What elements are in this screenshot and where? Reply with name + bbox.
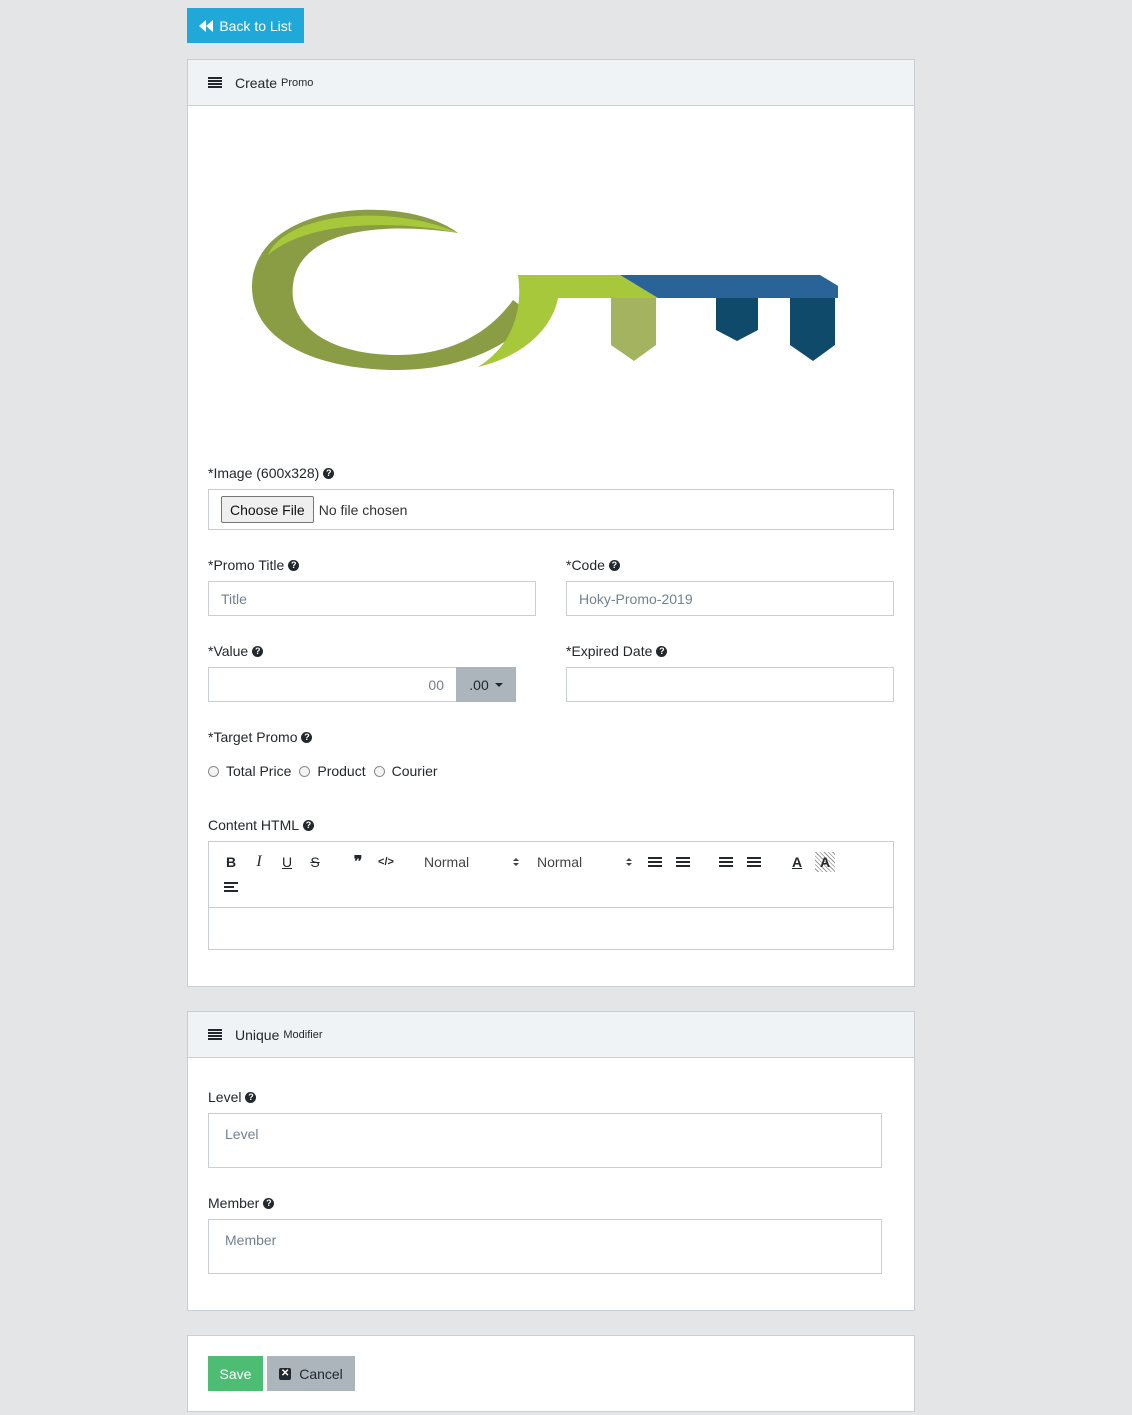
radio-button[interactable] [208,765,219,777]
align-icon[interactable] [221,877,241,897]
radio-button[interactable] [299,765,311,777]
editor-content-area[interactable] [209,908,893,950]
strikethrough-icon[interactable]: S [305,852,325,872]
bullet-list-icon[interactable] [673,852,693,872]
radio-button[interactable] [373,765,385,777]
level-label-text: Level [208,1089,242,1105]
value-label-text: *Value [208,643,249,659]
italic-icon[interactable]: I [249,852,269,872]
text-color-icon[interactable]: A [787,852,807,872]
help-icon[interactable]: ? [263,1197,275,1209]
choose-file-button[interactable]: Choose File [221,496,314,523]
help-icon[interactable]: ? [656,645,668,657]
unique-modifier-card: Unique Modifier Level ? Member ? [187,1011,915,1311]
unique-modifier-header: Unique Modifier [188,1012,914,1058]
level-input[interactable] [208,1113,882,1168]
card-subtitle: Promo [281,76,314,89]
outdent-icon[interactable] [716,852,736,872]
expired-date-label: *Expired Date ? [566,643,668,659]
save-button[interactable]: Save [208,1356,263,1391]
close-icon: ✕ [279,1367,292,1380]
radio-product[interactable]: Product [299,763,366,779]
help-icon[interactable]: ? [301,731,313,743]
code-label-text: *Code [566,557,605,573]
code-input[interactable] [566,581,894,616]
help-icon[interactable]: ? [608,559,620,571]
radio-courier[interactable]: Courier [373,763,438,779]
size-select-label: Normal [537,854,583,870]
help-icon[interactable]: ? [252,645,264,657]
level-label: Level ? [208,1089,257,1105]
create-promo-card: Create Promo *Image (600x328) ? Choose F… [187,59,915,987]
underline-icon[interactable]: U [277,852,297,872]
radio-label: Product [317,763,366,779]
header-select-label: Normal [424,854,470,870]
file-status: No file chosen [318,501,408,518]
select-arrows-icon [626,858,632,866]
expired-date-input[interactable] [566,667,894,702]
member-label-text: Member [208,1195,260,1211]
cancel-button[interactable]: ✕ Cancel [267,1356,355,1391]
expired-date-label-text: *Expired Date [566,643,653,659]
promo-title-label-text: *Promo Title [208,557,285,573]
form-actions-card: Save ✕ Cancel [187,1335,915,1412]
card-title: Create [235,74,278,91]
size-select[interactable]: Normal [537,852,632,872]
value-input[interactable] [208,667,457,702]
target-promo-label-text: *Target Promo [208,729,298,745]
bold-icon[interactable]: B [221,852,241,872]
member-input[interactable] [208,1219,882,1274]
caret-down-icon [494,682,503,687]
promo-title-label: *Promo Title ? [208,557,300,573]
help-icon[interactable]: ? [288,559,300,571]
select-arrows-icon [513,858,519,866]
help-icon[interactable]: ? [245,1091,257,1103]
content-html-label: Content HTML ? [208,817,315,833]
create-promo-header: Create Promo [188,60,914,106]
help-icon[interactable]: ? [323,467,335,479]
list-icon [208,1029,222,1040]
image-file-input[interactable]: Choose File No file chosen [208,489,894,530]
promo-title-input[interactable] [208,581,536,616]
value-label: *Value ? [208,643,264,659]
back-to-list-label: Back to List [219,17,292,34]
code-label: *Code ? [566,557,620,573]
editor-toolbar: B I U S ❞ </> Normal Normal A A [209,842,893,908]
help-icon[interactable]: ? [303,819,315,831]
image-label-text: *Image (600x328) [208,465,320,481]
card-title: Unique [235,1026,280,1043]
target-promo-options: Total Price Product Courier [208,763,446,779]
ordered-list-icon[interactable] [645,852,665,872]
cancel-label: Cancel [299,1365,343,1382]
indent-icon[interactable] [744,852,764,872]
radio-label: Total Price [226,763,292,779]
radio-label: Courier [391,763,438,779]
target-promo-label: *Target Promo ? [208,729,313,745]
code-block-icon[interactable]: </> [376,852,396,872]
content-html-label-text: Content HTML [208,817,300,833]
image-label: *Image (600x328) ? [208,465,335,481]
list-icon [208,77,222,88]
rich-text-editor: B I U S ❞ </> Normal Normal A A [208,841,894,950]
header-select[interactable]: Normal [424,852,519,872]
back-to-list-button[interactable]: Back to List [187,8,304,43]
decimal-dropdown[interactable]: .00 [456,667,516,702]
card-subtitle: Modifier [283,1028,323,1041]
member-label: Member ? [208,1195,275,1211]
decimal-dropdown-label: .00 [469,676,489,693]
background-color-icon[interactable]: A [815,852,835,872]
promo-image-preview [251,209,838,370]
blockquote-icon[interactable]: ❞ [348,852,368,872]
double-chevron-left-icon [199,19,214,32]
radio-total-price[interactable]: Total Price [208,763,291,779]
